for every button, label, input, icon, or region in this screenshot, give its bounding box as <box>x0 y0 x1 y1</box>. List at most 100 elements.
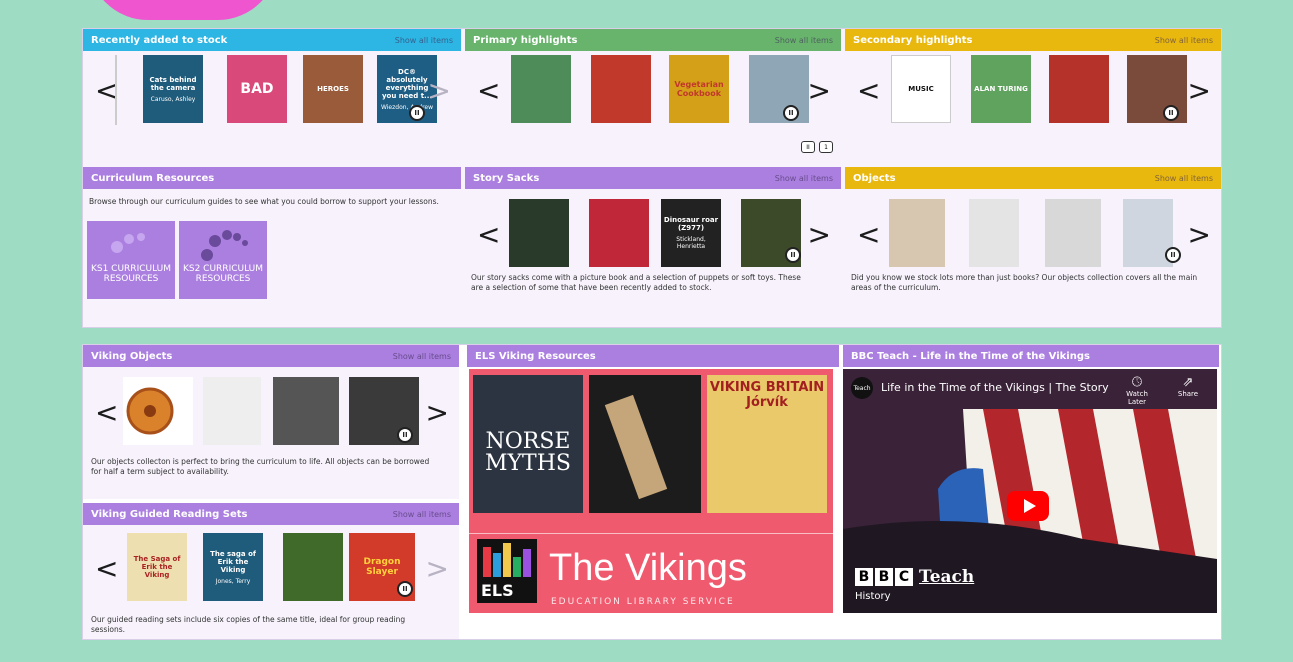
show-all-link[interactable]: Show all items <box>395 36 453 45</box>
panel-title: Secondary highlights <box>853 34 973 46</box>
panel-description: Our objects collecton is perfect to brin… <box>91 457 430 477</box>
channel-avatar[interactable]: Teach <box>851 377 873 399</box>
show-all-link[interactable]: Show all items <box>775 36 833 45</box>
youtube-video-player[interactable]: Teach Life in the Time of the Vikings | … <box>843 369 1217 613</box>
divider <box>469 533 833 534</box>
youtube-play-button[interactable] <box>1007 491 1049 521</box>
panel-header: Secondary highlights Show all items <box>845 29 1221 51</box>
book-cover[interactable]: Cats behind the camera Caruso, Ashley <box>143 55 203 123</box>
object-image[interactable] <box>203 377 261 445</box>
next-arrow-button[interactable]: > <box>1188 221 1211 249</box>
video-title[interactable]: Life in the Time of the Vikings | The St… <box>881 381 1111 394</box>
viking-britain-cover: VIKING BRITAIN Jórvík <box>707 375 827 513</box>
next-arrow-button[interactable]: > <box>808 221 831 249</box>
next-arrow-button[interactable]: > <box>808 77 831 105</box>
panel-description: Our guided reading sets include six copi… <box>91 615 406 635</box>
next-arrow-button[interactable]: > <box>426 399 449 427</box>
ks2-curriculum-tile[interactable]: KS2 CURRICULUM RESOURCES <box>179 221 267 299</box>
divider <box>115 55 117 125</box>
show-all-link[interactable]: Show all items <box>393 510 451 519</box>
book-cover[interactable] <box>511 55 571 123</box>
prev-arrow-button[interactable]: < <box>477 221 500 249</box>
panel-header: Objects Show all items <box>845 167 1221 189</box>
book-cover[interactable]: The Saga of Erik the Viking <box>127 533 187 601</box>
panel-header: Curriculum Resources <box>83 167 461 189</box>
book-cover[interactable]: Vegetarian Cookbook <box>669 55 729 123</box>
book-cover[interactable] <box>749 55 809 123</box>
els-viking-resources-panel: ELS Viking Resources NORSE MYTHS VIKING … <box>467 345 839 639</box>
object-image[interactable] <box>123 377 193 445</box>
prev-arrow-button[interactable]: < <box>95 555 118 583</box>
next-arrow-button[interactable]: > <box>428 77 451 105</box>
show-all-link[interactable]: Show all items <box>393 352 451 361</box>
dots-icon <box>201 230 248 261</box>
pause-button[interactable]: II <box>1163 105 1179 121</box>
panel-title: Curriculum Resources <box>91 172 215 184</box>
book-carousel: < Vegetarian Cookbook II > <box>465 51 841 141</box>
story-sack-image[interactable]: Dinosaur roar (Z977) Stickland, Henrietta <box>661 199 721 267</box>
story-sack-carousel: < Dinosaur roar (Z977) Stickland, Henriet… <box>465 195 841 285</box>
panel-title: Objects <box>853 172 896 184</box>
panel-title: ELS Viking Resources <box>475 350 596 362</box>
dots-icon <box>111 233 145 253</box>
book-cover[interactable]: MUSIC <box>891 55 951 123</box>
objects-panel: Objects Show all items < II > Did you kn… <box>845 167 1221 327</box>
next-arrow-button[interactable]: > <box>1188 77 1211 105</box>
panel-header: Viking Objects Show all items <box>83 345 459 367</box>
curriculum-resources-panel: Curriculum Resources Browse through our … <box>83 167 461 327</box>
book-cover[interactable]: HEROES <box>303 55 363 123</box>
object-image[interactable] <box>969 199 1019 267</box>
guided-reading-carousel: < The Saga of Erik the Viking The saga o… <box>83 529 459 619</box>
pause-button[interactable]: II <box>785 247 801 263</box>
show-all-link[interactable]: Show all items <box>775 174 833 183</box>
object-image[interactable] <box>1045 199 1101 267</box>
panel-header: Primary highlights Show all items <box>465 29 841 51</box>
story-sacks-panel: Story Sacks Show all items < Dinosaur ro… <box>465 167 841 327</box>
page-indicator-button[interactable]: 1 <box>819 141 833 153</box>
share-button[interactable]: ⇗ Share <box>1173 375 1203 398</box>
prev-arrow-button[interactable]: < <box>95 399 118 427</box>
els-logo: ELS <box>477 539 537 603</box>
prev-arrow-button[interactable]: < <box>857 221 880 249</box>
pause-button[interactable]: II <box>397 581 413 597</box>
panel-header: Story Sacks Show all items <box>465 167 841 189</box>
pause-button[interactable]: II <box>1165 247 1181 263</box>
object-image[interactable] <box>889 199 945 267</box>
story-sack-image[interactable] <box>509 199 569 267</box>
banner-title: The Vikings <box>549 547 747 589</box>
show-all-link[interactable]: Show all items <box>1155 36 1213 45</box>
viking-shield-icon <box>126 387 174 435</box>
pause-button[interactable]: II <box>783 105 799 121</box>
book-cover[interactable] <box>283 533 343 601</box>
library-top-card: Recently added to stock Show all items <… <box>82 28 1222 328</box>
show-all-link[interactable]: Show all items <box>1155 174 1213 183</box>
next-arrow-button[interactable]: > <box>426 555 449 583</box>
secondary-highlights-panel: Secondary highlights Show all items < MU… <box>845 29 1221 165</box>
panel-header: Viking Guided Reading Sets Show all item… <box>83 503 459 525</box>
book-cover[interactable] <box>1049 55 1109 123</box>
panel-title: Story Sacks <box>473 172 540 184</box>
story-sack-image[interactable] <box>589 199 649 267</box>
book-cover[interactable]: BAD <box>227 55 287 123</box>
panel-description: Browse through our curriculum guides to … <box>89 197 439 206</box>
watch-later-button[interactable]: 🕓︎ Watch Later <box>1119 375 1155 406</box>
pause-button[interactable]: II <box>397 427 413 443</box>
book-cover[interactable] <box>591 55 651 123</box>
pause-toggle-button[interactable]: II <box>801 141 815 153</box>
book-cover[interactable]: The saga of Erik the Viking Jones, Terry <box>203 533 263 601</box>
pause-button[interactable]: II <box>409 105 425 121</box>
prev-arrow-button[interactable]: < <box>857 77 880 105</box>
vikings-bottom-card: Viking Objects Show all items < II > Our… <box>82 344 1222 640</box>
viking-object-photo <box>589 375 701 513</box>
viking-guided-reading-panel: Viking Guided Reading Sets Show all item… <box>83 503 459 639</box>
share-icon: ⇗ <box>1182 375 1194 390</box>
panel-header: ELS Viking Resources <box>467 345 839 367</box>
decorative-pink-blob <box>88 0 278 20</box>
panel-title: Primary highlights <box>473 34 578 46</box>
book-carousel: < Cats behind the camera Caruso, Ashley B… <box>83 51 461 141</box>
prev-arrow-button[interactable]: < <box>477 77 500 105</box>
object-image[interactable] <box>273 377 339 445</box>
els-vikings-poster[interactable]: NORSE MYTHS VIKING BRITAIN Jórvík ELS Th… <box>469 369 833 613</box>
book-cover[interactable]: ALAN TURING <box>971 55 1031 123</box>
ks1-curriculum-tile[interactable]: KS1 CURRICULUM RESOURCES <box>87 221 175 299</box>
